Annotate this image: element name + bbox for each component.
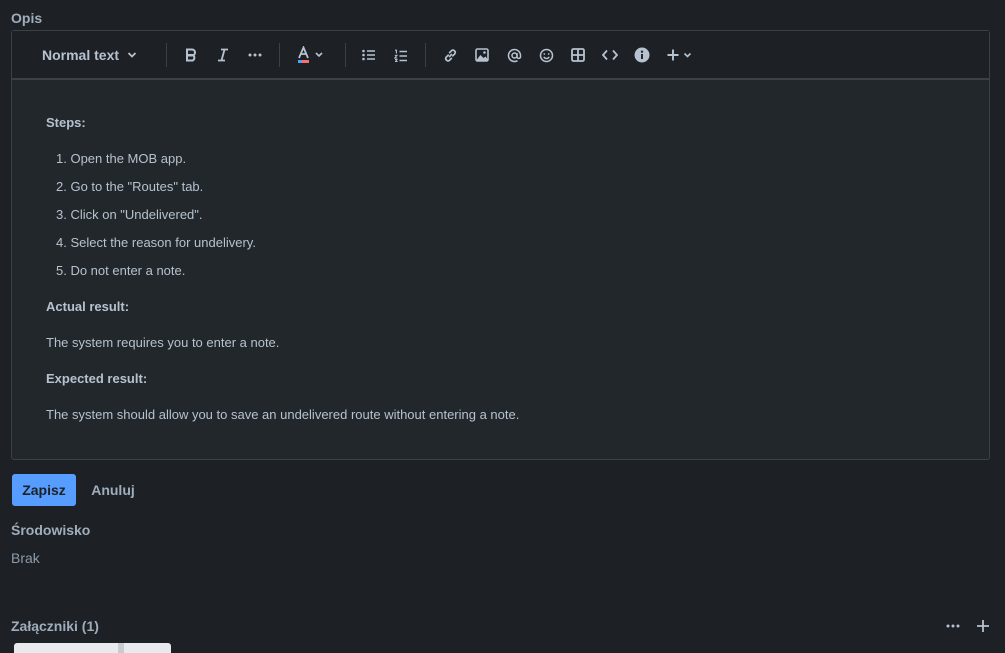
add-attachment-icon[interactable] — [975, 614, 991, 638]
description-label: Opis — [11, 10, 43, 26]
numbered-list-icon[interactable] — [390, 43, 412, 67]
text-style-dropdown[interactable]: Normal text — [34, 43, 146, 67]
steps-heading: Steps: — [46, 115, 86, 130]
attachments-label: Załączniki (1) — [11, 618, 99, 634]
actual-result-heading: Actual result: — [46, 299, 130, 314]
editor-toolbar: Normal text — [12, 31, 989, 80]
attachment-thumbnail[interactable] — [14, 643, 171, 653]
more-actions-icon[interactable] — [945, 614, 961, 638]
toolbar-divider — [279, 43, 280, 67]
environment-value[interactable]: Brak — [11, 550, 40, 566]
list-item: 1. Open the MOB app. — [56, 151, 187, 166]
insert-more-icon[interactable] — [665, 43, 697, 67]
save-button[interactable]: Zapisz — [12, 474, 76, 506]
table-icon[interactable] — [567, 43, 589, 67]
description-editor[interactable]: Normal text Steps: 1. Open the MOB app. … — [11, 30, 990, 460]
image-icon[interactable] — [471, 43, 493, 67]
text-color-icon[interactable] — [294, 43, 328, 67]
bullet-list-icon[interactable] — [358, 43, 380, 67]
italic-icon[interactable] — [212, 43, 234, 67]
bold-icon[interactable] — [180, 43, 202, 67]
mention-icon[interactable] — [503, 43, 525, 67]
list-item: 3. Click on "Undelivered". — [56, 207, 203, 222]
link-icon[interactable] — [439, 43, 461, 67]
toolbar-divider — [425, 43, 426, 67]
cancel-button[interactable]: Anuluj — [82, 474, 144, 506]
emoji-icon[interactable] — [535, 43, 557, 67]
expected-result-heading: Expected result: — [46, 371, 148, 386]
toolbar-divider — [166, 43, 167, 67]
list-item: 2. Go to the "Routes" tab. — [56, 179, 204, 194]
environment-label: Środowisko — [11, 522, 91, 538]
list-item: 5. Do not enter a note. — [56, 263, 186, 278]
attachments-actions — [945, 614, 991, 638]
expected-result-text: The system should allow you to save an u… — [46, 407, 520, 422]
code-icon[interactable] — [599, 43, 621, 67]
more-formatting-icon[interactable] — [244, 43, 266, 67]
info-icon[interactable] — [631, 43, 653, 67]
chevron-down-icon — [127, 51, 137, 59]
actual-result-text: The system requires you to enter a note. — [46, 335, 280, 350]
list-item: 4. Select the reason for undelivery. — [56, 235, 256, 250]
text-style-label: Normal text — [42, 47, 120, 63]
toolbar-divider — [345, 43, 346, 67]
